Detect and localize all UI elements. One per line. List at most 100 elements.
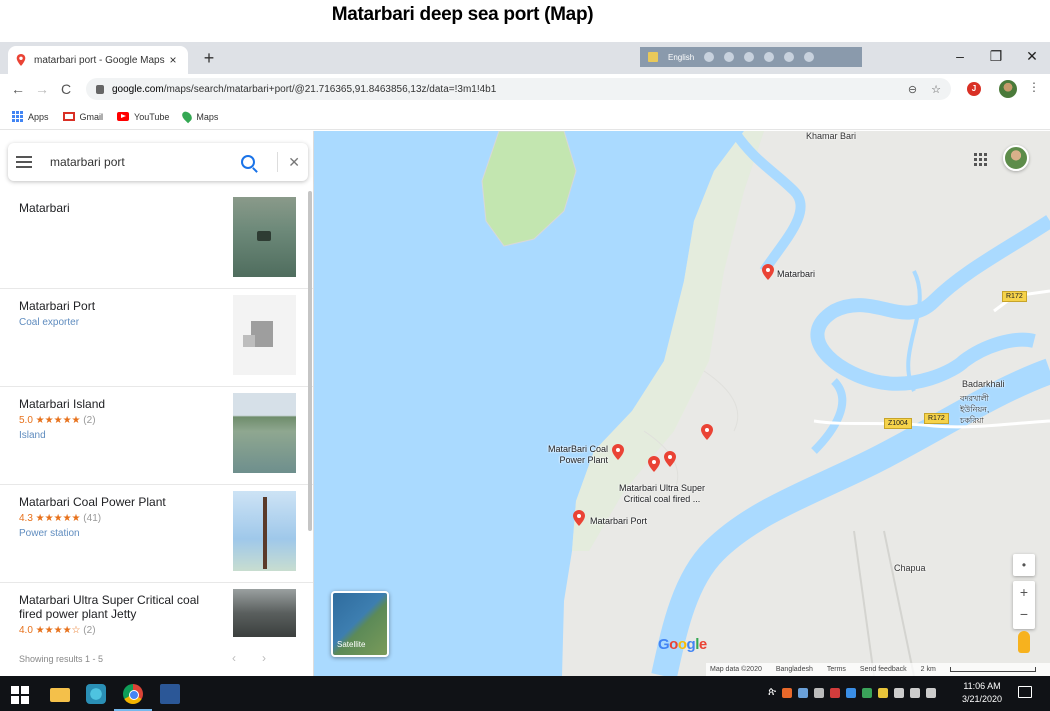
system-tray: ጵ	[768, 686, 937, 699]
system-clock[interactable]: 11:06 AM 3/21/2020	[958, 680, 1006, 706]
search-icon[interactable]	[241, 155, 256, 169]
result-item[interactable]: Matarbari Coal Power Plant 4.3 ★★★★★ (41…	[0, 485, 313, 583]
recorder-tool-icon[interactable]	[764, 52, 775, 62]
address-bar[interactable]: google.com/maps/search/matarbari+port/@2…	[86, 78, 951, 100]
window-close-button[interactable]: ✕	[1020, 48, 1044, 65]
recorder-language-label: English	[668, 52, 695, 62]
map-pin-icon[interactable]	[612, 444, 624, 460]
windows-taskbar: ጵ 11:06 AM 3/21/2020	[0, 676, 1050, 711]
recorder-tool-icon[interactable]	[744, 52, 755, 62]
bookmark-label: Gmail	[79, 111, 104, 122]
bookmark-youtube[interactable]: YouTube	[117, 112, 169, 122]
recorder-icon[interactable]	[648, 52, 658, 62]
forward-button[interactable]: →	[30, 81, 54, 97]
results-footer: Showing results 1 - 5 ‹›	[0, 642, 313, 676]
windows-start-icon[interactable]	[11, 686, 29, 704]
map-pin-icon[interactable]	[701, 424, 713, 440]
result-photo[interactable]	[233, 197, 296, 277]
new-tab-button[interactable]: +	[198, 48, 220, 69]
pin-label-ultra-super-critical[interactable]: Matarbari Ultra Super Critical coal fired…	[606, 483, 718, 505]
shield-icon[interactable]	[798, 687, 809, 698]
terms-link[interactable]: Terms	[827, 666, 846, 673]
results-scrollbar[interactable]	[308, 191, 312, 531]
recorder-tool-icon[interactable]	[704, 52, 715, 62]
tray-app-icon[interactable]	[862, 687, 873, 698]
location-icon[interactable]: ⊖	[908, 83, 917, 96]
search-input[interactable]	[50, 155, 242, 169]
account-avatar[interactable]	[1003, 145, 1029, 171]
recorder-tool-icon[interactable]	[804, 52, 815, 62]
pin-label-coal-plant[interactable]: MatarBari Coal Power Plant	[542, 444, 608, 466]
battery-icon[interactable]	[894, 687, 905, 698]
word-icon[interactable]	[160, 684, 180, 704]
volume-icon[interactable]	[926, 687, 937, 698]
pin-label-line: Power Plant	[559, 455, 608, 465]
bookmark-gmail[interactable]: Gmail	[62, 111, 104, 122]
tab-close-icon[interactable]: ×	[166, 53, 180, 67]
lock-icon[interactable]	[96, 84, 104, 94]
profile-avatar[interactable]	[999, 80, 1017, 98]
map-pin-icon[interactable]	[573, 510, 585, 526]
pin-label-matarbari-port[interactable]: Matarbari Port	[590, 516, 647, 526]
scale-label[interactable]: 2 km	[921, 666, 936, 673]
chrome-icon[interactable]	[123, 684, 143, 704]
map-pin-icon[interactable]	[664, 451, 676, 467]
app-icon[interactable]	[86, 684, 106, 704]
prev-page-button[interactable]: ‹	[232, 651, 262, 665]
zoom-out-button[interactable]: −	[1013, 603, 1035, 625]
pin-label-matarbari[interactable]: Matarbari	[777, 269, 815, 279]
file-explorer-icon[interactable]	[50, 688, 70, 702]
url-host: google.com	[112, 83, 164, 95]
search-box: ✕	[8, 143, 308, 181]
scale-bar[interactable]	[949, 667, 1036, 672]
browser-tab-active[interactable]: matarbari port - Google Maps ×	[8, 46, 188, 74]
window-restore-button[interactable]: ❐	[984, 48, 1008, 65]
result-photo[interactable]	[233, 589, 296, 637]
bookmark-star-icon[interactable]: ☆	[931, 83, 941, 96]
result-item[interactable]: Matarbari Port Coal exporter	[0, 289, 313, 387]
result-item[interactable]: Matarbari	[0, 191, 313, 289]
figure-caption: Matarbari deep sea port (Map)	[331, 4, 594, 25]
wifi-icon[interactable]	[910, 687, 921, 698]
map-label-badarkhali: Badarkhali	[962, 379, 1005, 389]
map-pin-icon[interactable]	[762, 264, 774, 280]
bookmark-apps[interactable]: Apps	[12, 111, 49, 122]
street-view-pegman-icon[interactable]	[1018, 631, 1030, 653]
bookmark-maps[interactable]: Maps	[180, 109, 218, 124]
send-feedback-link[interactable]: Send feedback	[860, 666, 907, 673]
browser-menu-icon[interactable]: ⋮	[1028, 80, 1040, 94]
notification-center-icon[interactable]	[1018, 686, 1032, 698]
my-location-button[interactable]: •	[1013, 554, 1035, 576]
map-pin-icon[interactable]	[648, 456, 660, 472]
google-apps-icon[interactable]	[974, 153, 987, 166]
result-item[interactable]: Matarbari Island 5.0 ★★★★★ (2) Island	[0, 387, 313, 485]
recorder-tool-icon[interactable]	[724, 52, 735, 62]
tray-app-icon[interactable]	[846, 687, 857, 698]
result-photo[interactable]	[233, 295, 296, 375]
satellite-layer-toggle[interactable]: Satellite	[331, 591, 389, 657]
tray-app-icon[interactable]	[878, 687, 889, 698]
zoom-in-button[interactable]: +	[1013, 581, 1035, 603]
map-country-link[interactable]: Bangladesh	[776, 666, 813, 673]
clear-search-icon[interactable]: ✕	[288, 154, 300, 171]
tray-app-icon[interactable]	[782, 687, 793, 698]
menu-icon[interactable]	[16, 156, 32, 168]
map-canvas[interactable]: Khamar Bari Badarkhali বদরখালী ইউনিয়ন, …	[314, 131, 1050, 676]
window-minimize-button[interactable]: –	[948, 48, 972, 64]
url-text[interactable]: google.com/maps/search/matarbari+port/@2…	[112, 84, 894, 95]
reload-button[interactable]: C	[54, 81, 78, 97]
result-photo[interactable]	[233, 393, 296, 473]
tray-app-icon[interactable]	[830, 687, 841, 698]
extension-icon[interactable]: J	[967, 82, 981, 96]
map-data-credit: Map data ©2020	[710, 666, 762, 673]
map-label-badarkhali-bn: বদরখালী ইউনিয়ন, চকরিয়া	[960, 394, 990, 425]
pin-label-line: Critical coal fired ...	[623, 494, 701, 504]
back-button[interactable]: ←	[6, 81, 30, 97]
network-icon[interactable]	[814, 687, 825, 698]
people-icon[interactable]: ጵ	[768, 686, 776, 699]
recorder-tool-icon[interactable]	[784, 52, 795, 62]
tab-title: matarbari port - Google Maps	[34, 54, 165, 66]
next-page-button[interactable]: ›	[262, 651, 292, 665]
result-photo[interactable]	[233, 491, 296, 571]
result-name: Matarbari Port	[19, 299, 96, 313]
